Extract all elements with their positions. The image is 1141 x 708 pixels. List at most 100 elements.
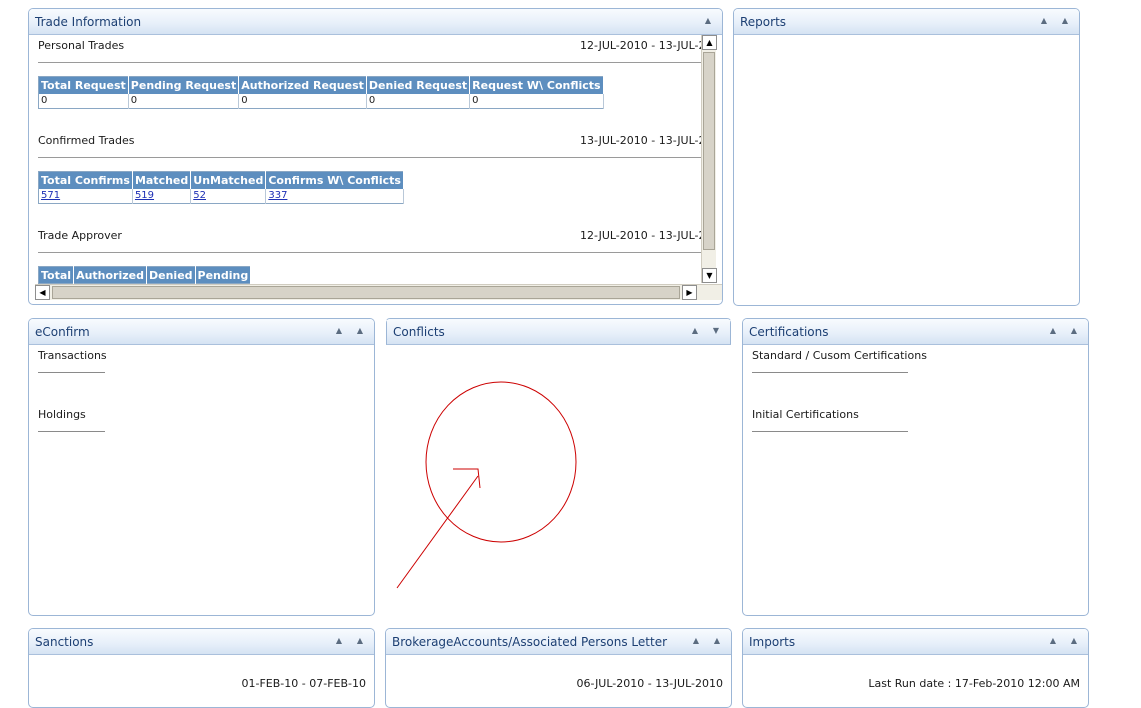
chevron-up-icon[interactable]: ▲ <box>711 633 723 649</box>
chevron-up-icon[interactable]: ▲ <box>333 633 345 649</box>
column-header: Confirms W\ Conflicts <box>265 171 404 189</box>
trade-information-panel: Trade Information ▲ Personal Trades 12-J… <box>28 8 723 305</box>
column-header: Request W\ Conflicts <box>469 76 604 94</box>
panel-title: Imports <box>749 635 796 649</box>
unmatched-link[interactable]: 52 <box>193 190 206 201</box>
scroll-thumb[interactable] <box>703 52 715 250</box>
trade-approver-table: Total Authorized Denied Pending <box>38 266 252 284</box>
imports-panel: Imports ▲ ▲ Last Run date : 17-Feb-2010 … <box>742 628 1089 708</box>
initial-certifications-link[interactable]: Initial Certifications <box>752 408 859 421</box>
divider <box>38 252 701 253</box>
table-cell: 0 <box>128 93 240 109</box>
confirms-with-conflicts-link[interactable]: 337 <box>268 190 287 201</box>
divider <box>38 157 701 158</box>
certifications-header: Certifications ▲ ▲ <box>743 319 1088 345</box>
chevron-up-icon[interactable]: ▲ <box>1038 13 1050 29</box>
chevron-down-icon[interactable]: ▼ <box>710 323 722 339</box>
annotation-circle <box>425 381 577 543</box>
table-cell: 337 <box>265 188 404 204</box>
personal-trades-label: Personal Trades <box>38 39 125 52</box>
imports-header: Imports ▲ ▲ <box>743 629 1088 655</box>
table-cell: 0 <box>469 93 604 109</box>
conflicts-header: Conflicts ▲ ▼ <box>386 319 731 345</box>
column-header: Total <box>38 266 75 284</box>
confirmed-trades-date-range: 13-JUL-2010 - 13-JUL-2010 <box>580 134 701 147</box>
panel-title: Sanctions <box>35 635 94 649</box>
econfirm-panel: eConfirm ▲ ▲ Transactions Holdings <box>28 318 375 616</box>
chevron-up-icon[interactable]: ▲ <box>690 633 702 649</box>
scroll-down-icon[interactable]: ▼ <box>702 268 717 283</box>
column-header: Total Confirms <box>38 171 133 189</box>
divider <box>38 62 701 63</box>
personal-trades-date-range: 12-JUL-2010 - 13-JUL-2010 <box>580 39 701 52</box>
holdings-link[interactable]: Holdings <box>38 408 86 421</box>
brokerage-header: BrokerageAccounts/Associated Persons Let… <box>386 629 731 655</box>
chevron-up-icon[interactable]: ▲ <box>354 633 366 649</box>
reports-header: Reports ▲ ▲ <box>734 9 1079 35</box>
panel-title: Reports <box>740 15 787 29</box>
panel-title: Trade Information <box>35 15 142 29</box>
confirmed-trades-table: Total Confirms Matched UnMatched Confirm… <box>38 171 404 204</box>
table-cell: 0 <box>38 93 129 109</box>
table-row: 571 519 52 337 <box>38 188 404 204</box>
standard-certifications-link[interactable]: Standard / Cusom Certifications <box>752 349 927 362</box>
sanctions-panel: Sanctions ▲ ▲ 01-FEB-10 - 07-FEB-10 <box>28 628 375 708</box>
column-header: Denied Request <box>366 76 471 94</box>
chevron-up-icon[interactable]: ▲ <box>1068 633 1080 649</box>
divider <box>752 372 908 373</box>
annotation-arrow-shaft <box>396 475 479 589</box>
trade-approver-date-range: 12-JUL-2010 - 13-JUL-2010 <box>580 229 701 242</box>
chevron-up-icon[interactable]: ▲ <box>1047 323 1059 339</box>
column-header: Matched <box>132 171 192 189</box>
annotation-overlay <box>396 381 577 589</box>
divider <box>38 372 105 373</box>
column-header: Pending <box>195 266 252 284</box>
vertical-scrollbar[interactable]: ▲ ▼ <box>701 35 717 283</box>
econfirm-header: eConfirm ▲ ▲ <box>29 319 374 345</box>
column-header: Total Request <box>38 76 129 94</box>
scroll-right-icon[interactable]: ▶ <box>682 285 697 300</box>
scroll-left-icon[interactable]: ◀ <box>35 285 50 300</box>
trade-information-viewport: Personal Trades 12-JUL-2010 - 13-JUL-201… <box>29 35 701 284</box>
divider <box>752 431 908 432</box>
column-header: Denied <box>146 266 196 284</box>
imports-last-run: Last Run date : 17-Feb-2010 12:00 AM <box>868 677 1080 690</box>
table-cell: 571 <box>38 188 133 204</box>
column-header: Authorized Request <box>238 76 367 94</box>
column-header: UnMatched <box>190 171 267 189</box>
chevron-up-icon[interactable]: ▲ <box>1068 323 1080 339</box>
certifications-panel: Certifications ▲ ▲ Standard / Cusom Cert… <box>742 318 1089 616</box>
brokerage-panel: BrokerageAccounts/Associated Persons Let… <box>385 628 732 708</box>
transactions-link[interactable]: Transactions <box>38 349 107 362</box>
chevron-up-icon[interactable]: ▲ <box>689 323 701 339</box>
chevron-up-icon[interactable]: ▲ <box>354 323 366 339</box>
table-header-row: Total Authorized Denied Pending <box>38 266 252 284</box>
trade-information-header: Trade Information ▲ <box>29 9 722 35</box>
horizontal-scrollbar[interactable]: ◀ ▶ <box>35 284 722 300</box>
column-header: Pending Request <box>128 76 240 94</box>
panel-title: eConfirm <box>35 325 90 339</box>
table-cell: 52 <box>190 188 267 204</box>
chevron-up-icon[interactable]: ▲ <box>1059 13 1071 29</box>
panel-title: BrokerageAccounts/Associated Persons Let… <box>392 635 668 649</box>
table-row: 0 0 0 0 0 <box>38 93 604 109</box>
trade-information-body: Personal Trades 12-JUL-2010 - 13-JUL-201… <box>29 35 722 304</box>
trade-approver-label: Trade Approver <box>38 229 122 242</box>
scroll-thumb[interactable] <box>52 286 680 299</box>
total-confirms-link[interactable]: 571 <box>41 190 60 201</box>
sanctions-date-range: 01-FEB-10 - 07-FEB-10 <box>241 677 366 690</box>
column-header: Authorized <box>73 266 147 284</box>
chevron-up-icon[interactable]: ▲ <box>333 323 345 339</box>
scroll-up-icon[interactable]: ▲ <box>702 35 717 50</box>
table-cell: 0 <box>238 93 367 109</box>
panel-title: Certifications <box>749 325 829 339</box>
chevron-up-icon[interactable]: ▲ <box>1047 633 1059 649</box>
divider <box>38 431 105 432</box>
confirmed-trades-label: Confirmed Trades <box>38 134 135 147</box>
matched-link[interactable]: 519 <box>135 190 154 201</box>
panel-title: Conflicts <box>393 325 445 339</box>
table-cell: 519 <box>132 188 192 204</box>
table-header-row: Total Request Pending Request Authorized… <box>38 76 604 94</box>
chevron-up-icon[interactable]: ▲ <box>702 13 714 29</box>
personal-trades-table: Total Request Pending Request Authorized… <box>38 76 604 109</box>
